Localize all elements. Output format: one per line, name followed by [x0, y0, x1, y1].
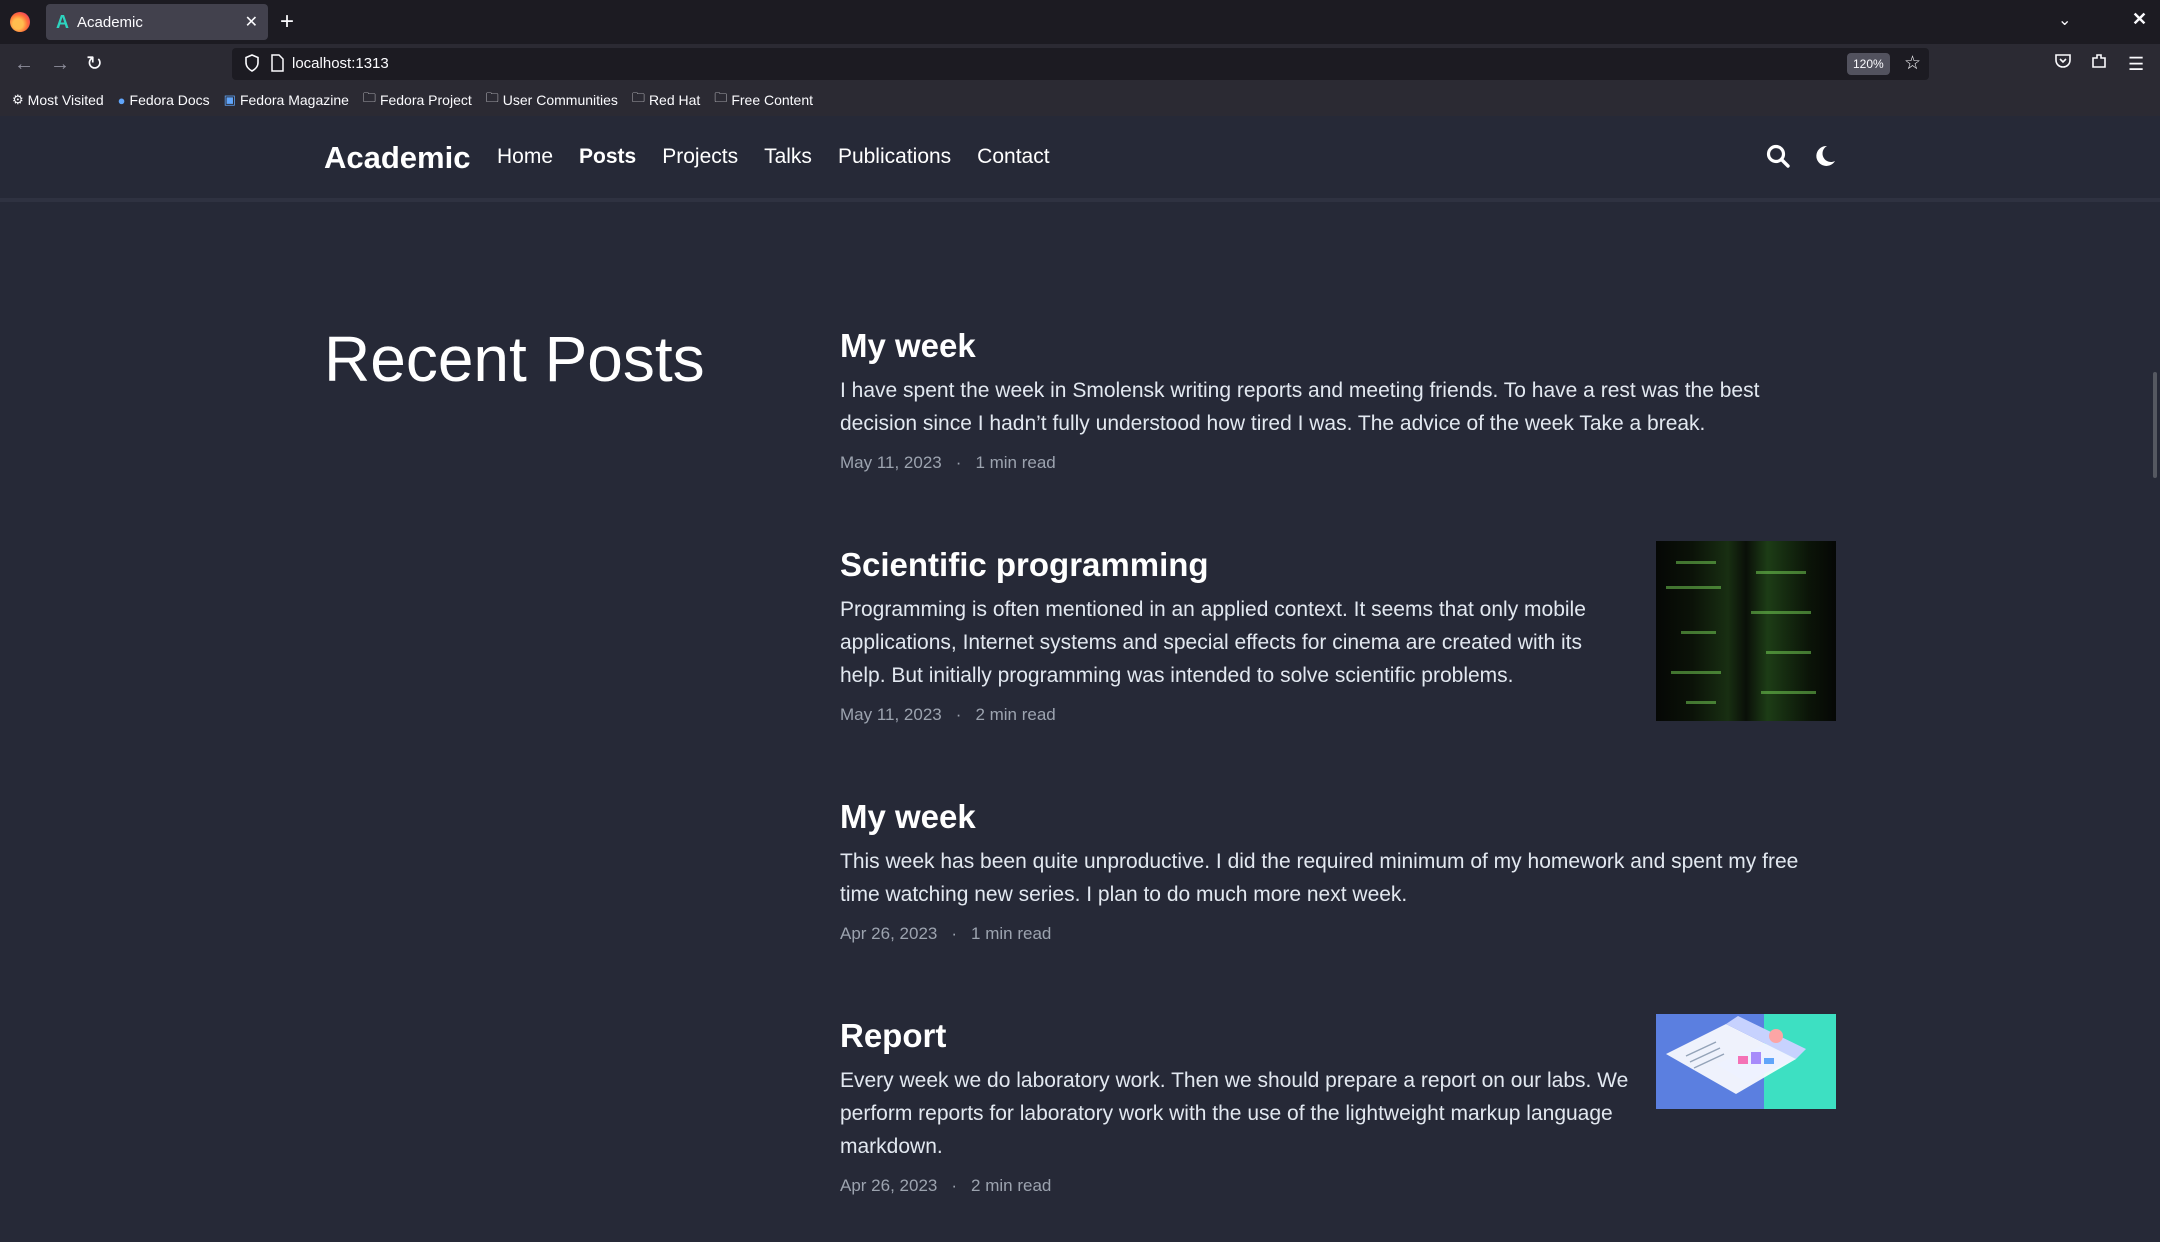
- menu-projects[interactable]: Projects: [662, 145, 738, 169]
- post-reading-time: 1 min read: [971, 924, 1052, 943]
- bookmark-fedora-magazine[interactable]: ▣ Fedora Magazine: [224, 92, 349, 108]
- menu-contact[interactable]: Contact: [977, 145, 1049, 169]
- menu-posts[interactable]: Posts: [579, 145, 636, 169]
- bookmark-star-icon[interactable]: ☆: [1904, 52, 1921, 75]
- page-title: Recent Posts: [324, 323, 705, 395]
- window-close-icon[interactable]: ✕: [2132, 9, 2147, 30]
- site-brand[interactable]: Academic: [324, 140, 470, 176]
- main-menu: Home Posts Projects Talks Publications C…: [497, 145, 1050, 169]
- reload-icon[interactable]: ↻: [86, 52, 103, 76]
- folder-icon: 🗀: [485, 90, 499, 105]
- post-date: Apr 26, 2023: [840, 924, 938, 943]
- browser-tab[interactable]: A Academic ✕: [46, 4, 268, 40]
- academic-favicon-icon: A: [56, 11, 69, 32]
- post-date: Apr 26, 2023: [840, 1176, 938, 1195]
- post-meta: May 11, 2023 · 2 min read: [840, 705, 1630, 725]
- bookmark-free-content[interactable]: 🗀 Free Content: [714, 89, 813, 111]
- bookmark-label: Free Content: [731, 92, 814, 108]
- menu-publications[interactable]: Publications: [838, 145, 951, 169]
- gear-icon: ⚙: [12, 92, 24, 107]
- page-info-icon[interactable]: [270, 54, 284, 72]
- page-scrollbar[interactable]: [2153, 372, 2157, 478]
- bookmark-fedora-project[interactable]: 🗀 Fedora Project: [363, 89, 472, 111]
- browser-nav-bar: ← → ↻ localhost:1313 120% ☆ ☰: [0, 44, 2160, 84]
- folder-icon: 🗀: [362, 90, 376, 105]
- bookmark-label: Most Visited: [27, 92, 104, 108]
- post-summary: Programming is often mentioned in an app…: [840, 598, 1586, 687]
- zoom-level-badge[interactable]: 120%: [1847, 53, 1890, 75]
- post-date: May 11, 2023: [840, 705, 942, 724]
- post-summary: Every week we do laboratory work. Then w…: [840, 1069, 1629, 1158]
- bookmark-red-hat[interactable]: 🗀 Red Hat: [632, 89, 700, 111]
- bookmark-label: User Communities: [502, 92, 618, 108]
- tracking-shield-icon[interactable]: [244, 54, 260, 72]
- hamburger-menu-icon[interactable]: ☰: [2128, 52, 2144, 76]
- post-summary: I have spent the week in Smolensk writin…: [840, 379, 1760, 435]
- meta-separator: ·: [951, 1176, 958, 1195]
- list-tabs-chevron-icon[interactable]: ⌄: [2058, 10, 2071, 30]
- post-title-link[interactable]: Scientific programming: [840, 545, 1630, 585]
- fedora-magazine-icon: ▣: [223, 92, 236, 107]
- folder-icon: 🗀: [631, 90, 645, 105]
- site-header: Academic Home Posts Projects Talks Publi…: [0, 116, 2160, 202]
- bookmark-label: Fedora Docs: [129, 92, 210, 108]
- forward-arrow-icon[interactable]: →: [50, 52, 70, 76]
- search-icon[interactable]: [1765, 143, 1791, 169]
- post-title-link[interactable]: Report: [840, 1016, 1630, 1056]
- bookmark-label: Fedora Magazine: [239, 92, 349, 108]
- post-date: May 11, 2023: [840, 453, 942, 472]
- post-reading-time: 2 min read: [971, 1176, 1052, 1195]
- post-summary: This week has been quite unproductive. I…: [840, 850, 1799, 906]
- browser-tab-bar: A Academic ✕ + ⌄ ✕: [0, 0, 2160, 44]
- menu-talks[interactable]: Talks: [764, 145, 812, 169]
- post-reading-time: 2 min read: [975, 705, 1056, 724]
- tab-title: Academic: [77, 13, 143, 31]
- bookmark-fedora-docs[interactable]: ● Fedora Docs: [118, 92, 210, 108]
- fedora-icon: ●: [117, 92, 126, 108]
- bookmark-label: Fedora Project: [379, 92, 472, 108]
- report-illustration-icon: [1666, 1016, 1806, 1094]
- post-meta: Apr 26, 2023 · 1 min read: [840, 924, 1836, 944]
- extensions-puzzle-icon[interactable]: [2090, 52, 2108, 76]
- new-tab-button[interactable]: +: [280, 8, 294, 36]
- post-thumbnail-code[interactable]: [1656, 541, 1836, 721]
- pocket-icon[interactable]: [2054, 52, 2072, 76]
- post-title-link[interactable]: My week: [840, 326, 1836, 366]
- dark-mode-moon-icon[interactable]: [1812, 143, 1838, 169]
- post-item: My week This week has been quite unprodu…: [840, 797, 1836, 944]
- address-bar[interactable]: localhost:1313 120% ☆: [232, 48, 1929, 80]
- post-thumbnail-report[interactable]: [1656, 1014, 1836, 1109]
- menu-home[interactable]: Home: [497, 145, 553, 169]
- post-reading-time: 1 min read: [975, 453, 1056, 472]
- bookmark-label: Red Hat: [648, 92, 701, 108]
- post-meta: May 11, 2023 · 1 min read: [840, 453, 1836, 473]
- post-meta: Apr 26, 2023 · 2 min read: [840, 1176, 1630, 1196]
- bookmarks-toolbar: ⚙ Most Visited ● Fedora Docs ▣ Fedora Ma…: [0, 84, 2160, 116]
- url-text[interactable]: localhost:1313: [292, 55, 389, 72]
- post-title-link[interactable]: My week: [840, 797, 1836, 837]
- folder-icon: 🗀: [714, 90, 728, 105]
- post-item: My week I have spent the week in Smolens…: [840, 326, 1836, 473]
- meta-separator: ·: [951, 924, 958, 943]
- firefox-logo-icon[interactable]: [10, 12, 30, 32]
- meta-separator: ·: [955, 705, 962, 724]
- bookmark-most-visited[interactable]: ⚙ Most Visited: [12, 92, 104, 108]
- close-tab-icon[interactable]: ✕: [245, 12, 258, 32]
- bookmark-user-communities[interactable]: 🗀 User Communities: [486, 89, 618, 111]
- meta-separator: ·: [955, 453, 962, 472]
- back-arrow-icon[interactable]: ←: [14, 52, 34, 76]
